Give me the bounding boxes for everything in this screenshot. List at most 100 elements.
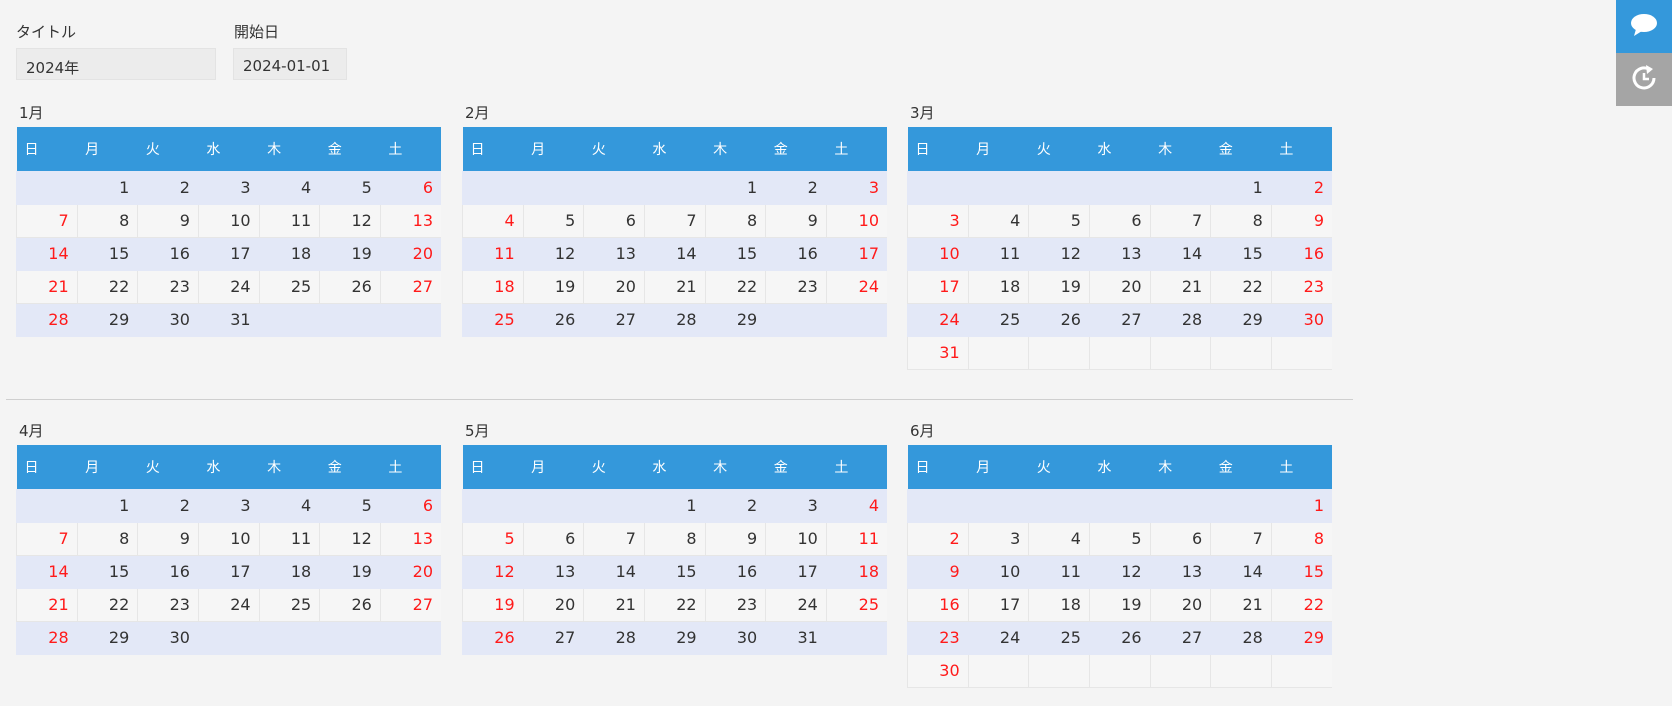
day-cell[interactable]: 26 (1028, 303, 1090, 337)
day-cell[interactable]: 12 (319, 204, 381, 238)
day-cell[interactable]: 22 (77, 588, 139, 622)
day-cell[interactable]: 27 (380, 270, 441, 304)
day-cell[interactable]: 15 (644, 555, 706, 589)
day-cell[interactable]: 9 (137, 522, 199, 556)
day-cell[interactable]: 17 (765, 555, 827, 589)
day-cell[interactable]: 4 (826, 489, 887, 523)
day-cell[interactable]: 20 (380, 555, 441, 589)
day-cell[interactable]: 14 (1210, 555, 1272, 589)
day-cell[interactable]: 30 (907, 654, 969, 688)
day-cell[interactable]: 15 (77, 555, 139, 589)
day-cell[interactable]: 27 (1089, 303, 1151, 337)
day-cell[interactable]: 24 (198, 588, 260, 622)
day-cell[interactable]: 9 (1271, 204, 1332, 238)
day-cell[interactable]: 11 (462, 237, 524, 271)
day-cell[interactable]: 12 (462, 555, 524, 589)
day-cell[interactable]: 25 (1028, 621, 1090, 655)
day-cell[interactable]: 6 (380, 489, 441, 523)
day-cell[interactable]: 27 (583, 303, 645, 337)
day-cell[interactable]: 7 (16, 204, 78, 238)
day-cell[interactable]: 13 (380, 522, 441, 556)
day-cell[interactable]: 2 (765, 171, 827, 205)
day-cell[interactable]: 13 (583, 237, 645, 271)
day-cell[interactable]: 10 (765, 522, 827, 556)
day-cell[interactable]: 2 (1271, 171, 1332, 205)
refresh-button[interactable] (1616, 53, 1672, 106)
day-cell[interactable]: 29 (705, 303, 767, 337)
day-cell[interactable]: 25 (462, 303, 524, 337)
day-cell[interactable]: 23 (705, 588, 767, 622)
day-cell[interactable]: 16 (137, 555, 199, 589)
day-cell[interactable]: 9 (907, 555, 969, 589)
day-cell[interactable]: 15 (1271, 555, 1332, 589)
day-cell[interactable]: 15 (705, 237, 767, 271)
day-cell[interactable]: 5 (319, 489, 381, 523)
day-cell[interactable]: 21 (16, 588, 78, 622)
day-cell[interactable]: 16 (137, 237, 199, 271)
day-cell[interactable]: 17 (826, 237, 887, 271)
day-cell[interactable]: 10 (198, 522, 260, 556)
day-cell[interactable]: 15 (1210, 237, 1272, 271)
day-cell[interactable]: 31 (765, 621, 827, 655)
day-cell[interactable]: 25 (259, 588, 321, 622)
day-cell[interactable]: 30 (137, 621, 199, 655)
day-cell[interactable]: 23 (137, 270, 199, 304)
day-cell[interactable]: 18 (259, 237, 321, 271)
day-cell[interactable]: 5 (462, 522, 524, 556)
day-cell[interactable]: 22 (705, 270, 767, 304)
day-cell[interactable]: 10 (968, 555, 1030, 589)
day-cell[interactable]: 23 (1271, 270, 1332, 304)
day-cell[interactable]: 2 (907, 522, 969, 556)
day-cell[interactable]: 6 (1089, 204, 1151, 238)
day-cell[interactable]: 27 (523, 621, 585, 655)
day-cell[interactable]: 18 (462, 270, 524, 304)
day-cell[interactable]: 8 (705, 204, 767, 238)
day-cell[interactable]: 19 (462, 588, 524, 622)
start-date-field[interactable]: 2024-01-01 (233, 48, 347, 80)
day-cell[interactable]: 12 (319, 522, 381, 556)
day-cell[interactable]: 24 (907, 303, 969, 337)
day-cell[interactable]: 22 (77, 270, 139, 304)
day-cell[interactable]: 24 (826, 270, 887, 304)
day-cell[interactable]: 27 (1150, 621, 1212, 655)
day-cell[interactable]: 17 (968, 588, 1030, 622)
day-cell[interactable]: 10 (907, 237, 969, 271)
day-cell[interactable]: 20 (583, 270, 645, 304)
day-cell[interactable]: 25 (968, 303, 1030, 337)
day-cell[interactable]: 16 (705, 555, 767, 589)
day-cell[interactable]: 9 (765, 204, 827, 238)
day-cell[interactable]: 25 (259, 270, 321, 304)
day-cell[interactable]: 14 (583, 555, 645, 589)
day-cell[interactable]: 23 (907, 621, 969, 655)
day-cell[interactable]: 2 (137, 171, 199, 205)
day-cell[interactable]: 22 (1210, 270, 1272, 304)
day-cell[interactable]: 3 (968, 522, 1030, 556)
day-cell[interactable]: 19 (1028, 270, 1090, 304)
day-cell[interactable]: 26 (523, 303, 585, 337)
day-cell[interactable]: 29 (644, 621, 706, 655)
day-cell[interactable]: 16 (765, 237, 827, 271)
day-cell[interactable]: 11 (968, 237, 1030, 271)
day-cell[interactable]: 13 (523, 555, 585, 589)
day-cell[interactable]: 7 (1210, 522, 1272, 556)
day-cell[interactable]: 11 (259, 204, 321, 238)
day-cell[interactable]: 21 (1150, 270, 1212, 304)
day-cell[interactable]: 4 (259, 171, 321, 205)
day-cell[interactable]: 18 (259, 555, 321, 589)
day-cell[interactable]: 1 (1271, 489, 1332, 523)
day-cell[interactable]: 30 (137, 303, 199, 337)
day-cell[interactable]: 7 (16, 522, 78, 556)
day-cell[interactable]: 9 (137, 204, 199, 238)
day-cell[interactable]: 3 (907, 204, 969, 238)
day-cell[interactable]: 10 (198, 204, 260, 238)
day-cell[interactable]: 31 (198, 303, 260, 337)
day-cell[interactable]: 13 (1150, 555, 1212, 589)
day-cell[interactable]: 14 (16, 237, 78, 271)
day-cell[interactable]: 28 (16, 621, 78, 655)
day-cell[interactable]: 19 (319, 237, 381, 271)
day-cell[interactable]: 24 (765, 588, 827, 622)
day-cell[interactable]: 8 (1271, 522, 1332, 556)
day-cell[interactable]: 20 (1150, 588, 1212, 622)
day-cell[interactable]: 14 (644, 237, 706, 271)
day-cell[interactable]: 5 (319, 171, 381, 205)
